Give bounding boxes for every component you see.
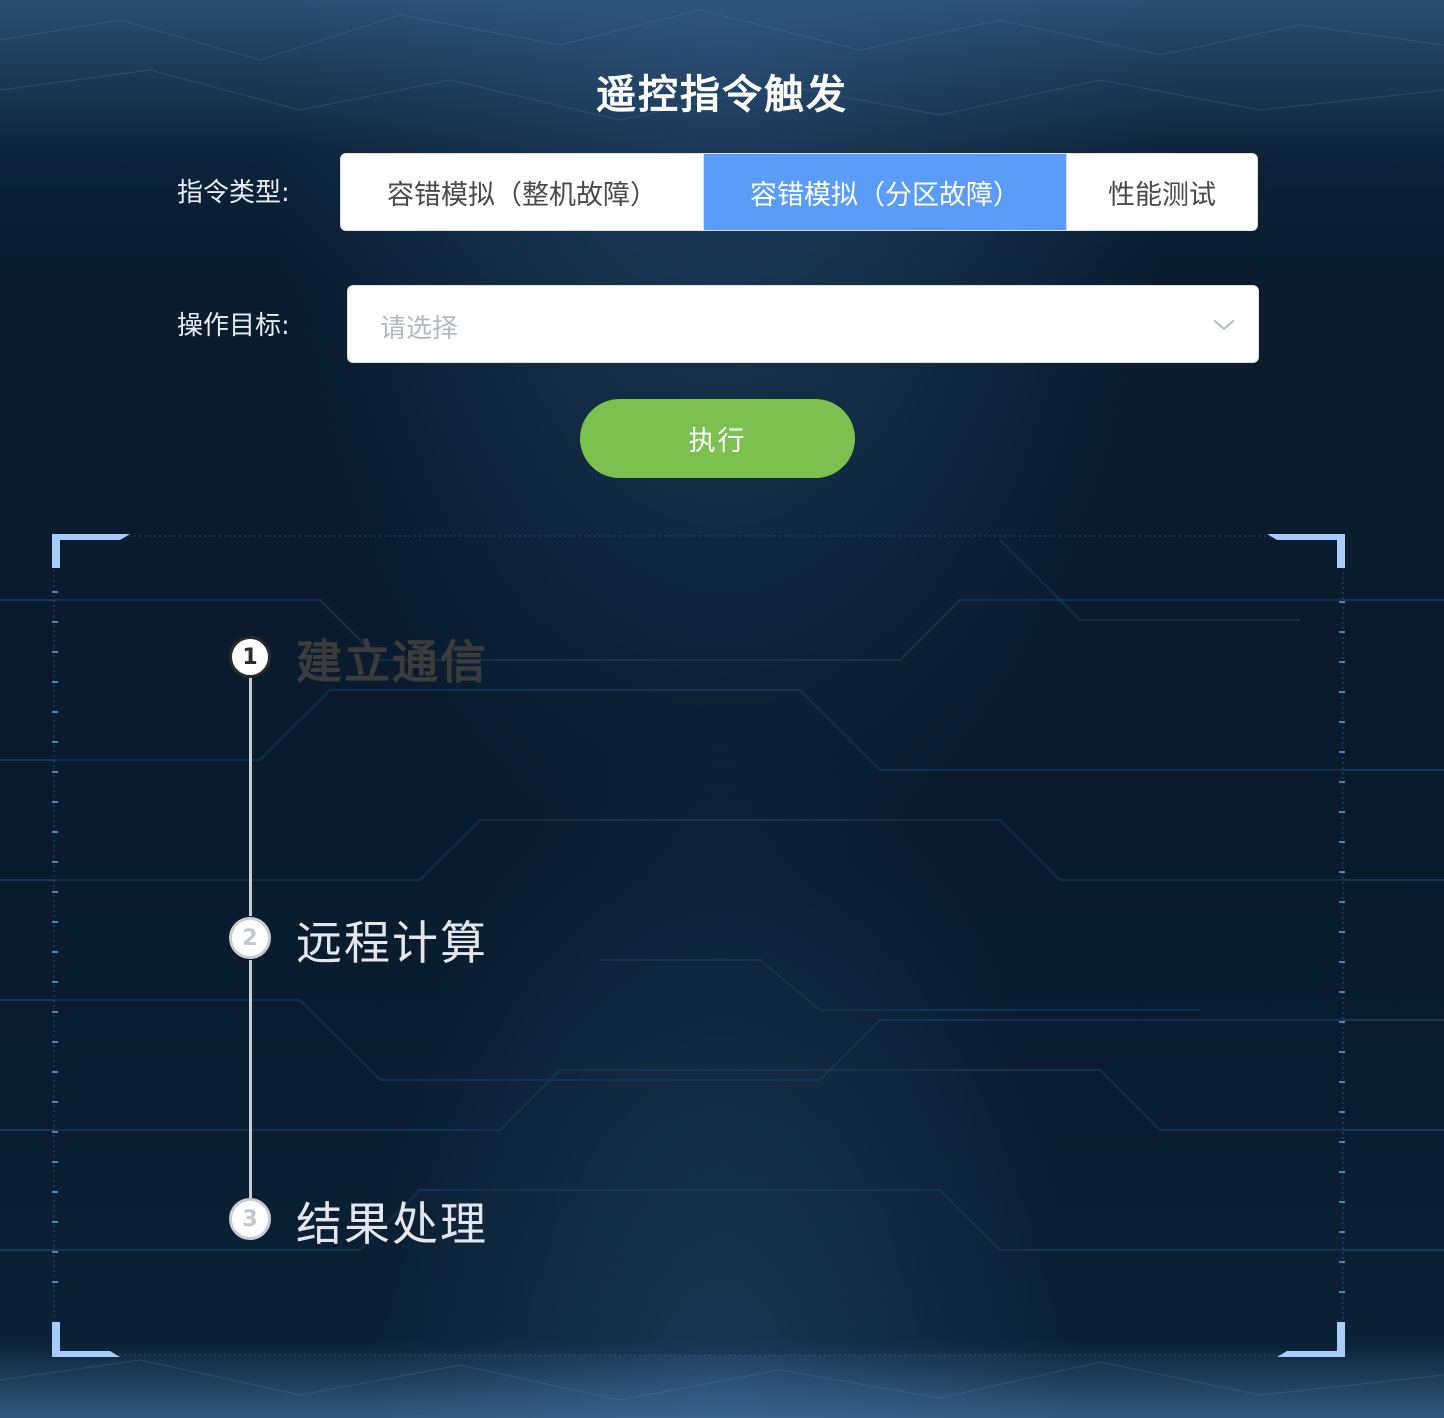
step-2-title: 远程计算 [296,916,488,970]
step-2-indicator: 2 [229,917,271,959]
step-3-title: 结果处理 [296,1197,488,1251]
page-title: 遥控指令触发 [596,72,848,118]
target-select-placeholder: 请选择 [380,314,459,344]
step-connector-2-3 [249,960,252,1198]
segment-fault-whole-machine[interactable]: 容错模拟（整机故障） [341,154,703,230]
command-type-segmented-control: 容错模拟（整机故障） 容错模拟（分区故障） 性能测试 [340,153,1258,231]
step-1-title: 建立通信 [296,635,488,689]
chevron-down-icon [1214,320,1234,330]
target-select[interactable]: 请选择 [347,285,1259,363]
step-1-indicator: 1 [229,636,271,678]
step-connector-1-2 [249,678,252,916]
segment-fault-partition[interactable]: 容错模拟（分区故障） [703,154,1066,230]
target-label: 操作目标: [177,311,290,341]
step-3-indicator: 3 [229,1198,271,1240]
command-type-label: 指令类型: [177,178,290,208]
segment-performance-test[interactable]: 性能测试 [1066,154,1257,230]
execute-button[interactable]: 执行 [580,399,855,478]
